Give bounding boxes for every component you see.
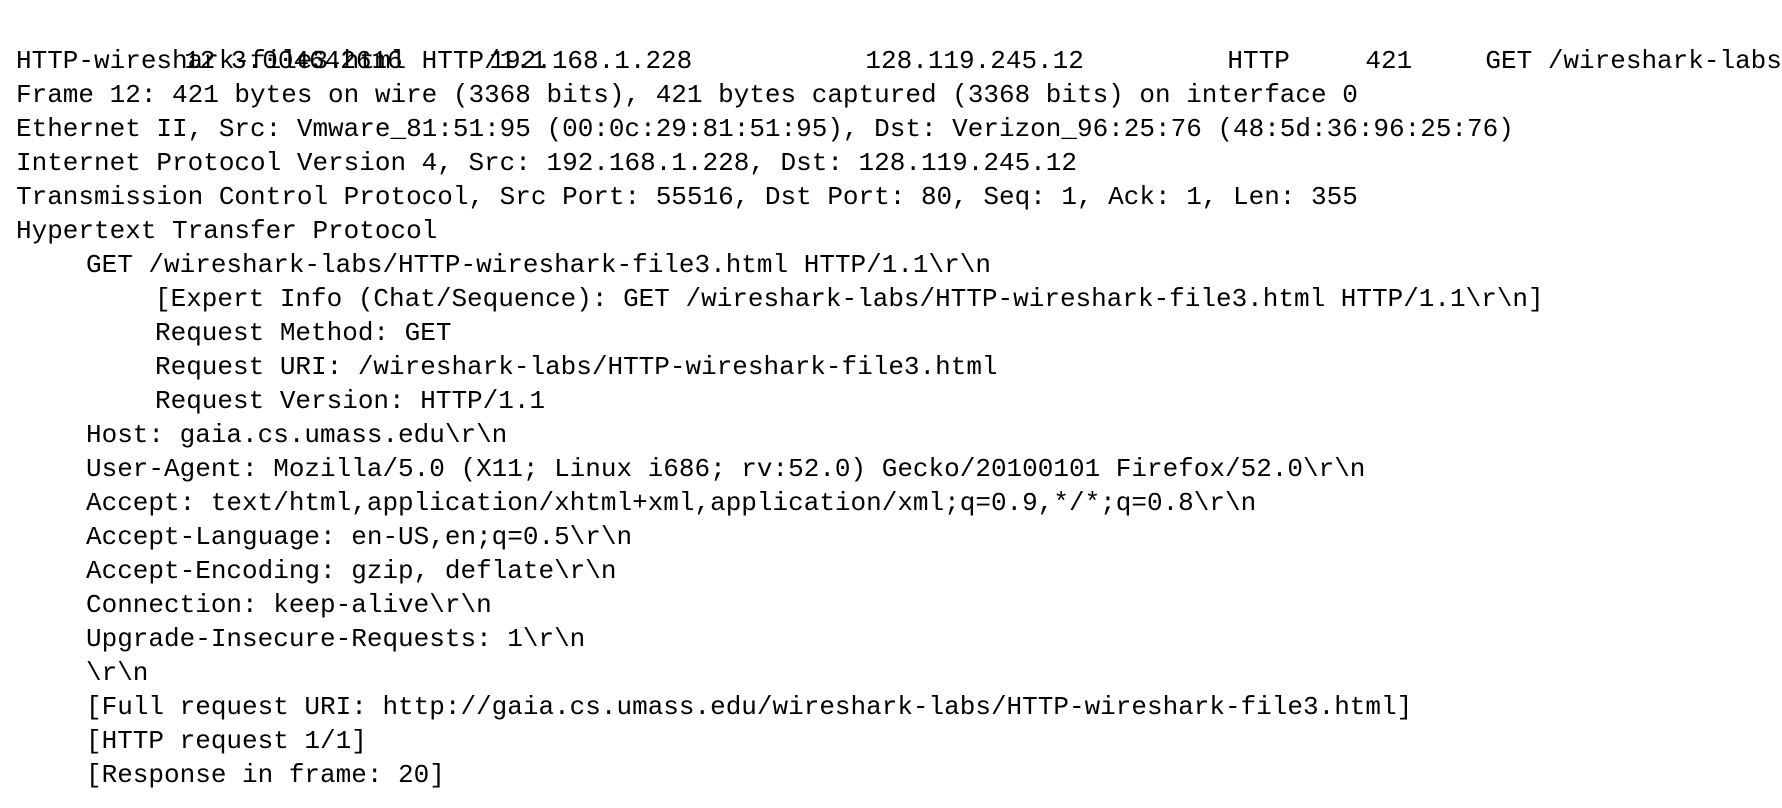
protocol-tree-line[interactable]: Ethernet II, Src: Vmware_81:51:95 (00:0c…: [16, 112, 1776, 146]
protocol-tree-line[interactable]: Transmission Control Protocol, Src Port:…: [16, 180, 1776, 214]
protocol-tree-line[interactable]: [HTTP request 1/1]: [16, 724, 1776, 758]
protocol-tree-line[interactable]: Request URI: /wireshark-labs/HTTP-wiresh…: [16, 350, 1776, 384]
protocol-tree-line[interactable]: Frame 12: 421 bytes on wire (3368 bits),…: [16, 78, 1776, 112]
protocol-tree-line[interactable]: User-Agent: Mozilla/5.0 (X11; Linux i686…: [16, 452, 1776, 486]
protocol-tree-line[interactable]: [Expert Info (Chat/Sequence): GET /wires…: [16, 282, 1776, 316]
protocol-tree-line[interactable]: Request Method: GET: [16, 316, 1776, 350]
protocol-tree-line[interactable]: Accept: text/html,application/xhtml+xml,…: [16, 486, 1776, 520]
packet-length: 421: [1365, 46, 1413, 76]
protocol-tree-line[interactable]: Request Version: HTTP/1.1: [16, 384, 1776, 418]
packet-details-view: 12 3.004642616 192.168.1.228 128.119.245.1…: [16, 10, 1782, 792]
protocol-tree-line[interactable]: GET /wireshark-labs/HTTP-wireshark-file3…: [16, 248, 1776, 282]
protocol-tree-line[interactable]: Host: gaia.cs.umass.edu\r\n: [16, 418, 1776, 452]
protocol-tree-line[interactable]: Accept-Language: en-US,en;q=0.5\r\n: [16, 520, 1776, 554]
protocol-tree-line[interactable]: \r\n: [16, 656, 1776, 690]
packet-summary-row[interactable]: 12 3.004642616 192.168.1.228 128.119.245.1…: [16, 10, 1782, 76]
protocol-tree-line[interactable]: Hypertext Transfer Protocol: [16, 214, 1776, 248]
protocol-tree-line[interactable]: Connection: keep-alive\r\n: [16, 588, 1776, 622]
protocol-tree-line[interactable]: [Response in frame: 20]: [16, 758, 1776, 792]
protocol-tree: Frame 12: 421 bytes on wire (3368 bits),…: [16, 78, 1776, 792]
protocol-tree-line[interactable]: Accept-Encoding: gzip, deflate\r\n: [16, 554, 1776, 588]
protocol-tree-line[interactable]: Internet Protocol Version 4, Src: 192.16…: [16, 146, 1776, 180]
packet-info: GET /wireshark-labs/: [1485, 46, 1782, 76]
protocol-tree-line[interactable]: [Full request URI: http://gaia.cs.umass.…: [16, 690, 1776, 724]
protocol-tree-line[interactable]: Upgrade-Insecure-Requests: 1\r\n: [16, 622, 1776, 656]
packet-protocol: HTTP: [1227, 46, 1290, 76]
packet-destination: 128.119.245.12: [865, 46, 1084, 76]
